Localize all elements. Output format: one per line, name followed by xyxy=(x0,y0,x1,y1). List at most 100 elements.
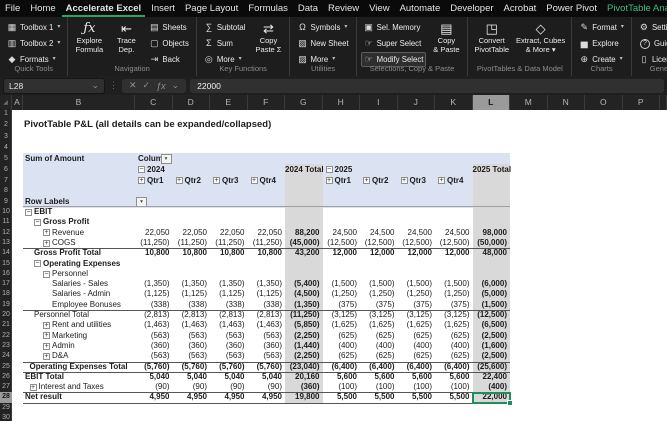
row-header-15[interactable]: 15 xyxy=(0,259,12,269)
column-header-n[interactable]: N xyxy=(548,95,586,110)
enter-icon[interactable]: ✓ xyxy=(143,80,151,91)
row-header-3[interactable]: 3 xyxy=(0,132,12,142)
ribbon-button-extract-cubes-more[interactable]: ◇Extract, Cubes & More ▾ xyxy=(514,19,567,55)
row-header-11[interactable]: 11 xyxy=(0,217,12,227)
insert-function-icon[interactable]: ƒx xyxy=(156,81,166,91)
ribbon-button-convert-pivottable[interactable]: ◳Convert PivotTable xyxy=(472,19,511,55)
chevron-down-icon[interactable]: ⌄ xyxy=(172,80,180,91)
collapse-button[interactable]: − xyxy=(326,166,333,173)
row-header-27[interactable]: 27 xyxy=(0,382,12,392)
tab-formulas[interactable]: Formulas xyxy=(244,0,292,17)
ribbon-button-copy-paste[interactable]: ⇄Copy Paste Σ xyxy=(251,19,285,55)
row-header-26[interactable]: 26 xyxy=(0,372,12,382)
row-header-6[interactable]: 6 xyxy=(0,164,12,175)
column-header-i[interactable]: I xyxy=(360,95,398,110)
row-header-13[interactable]: 13 xyxy=(0,238,12,248)
row-header-16[interactable]: 16 xyxy=(0,269,12,279)
column-header-a[interactable]: A xyxy=(12,95,23,110)
ribbon-button-new-sheet[interactable]: ▧New Sheet xyxy=(294,36,351,51)
ribbon-button-super-select[interactable]: ☞Super Select xyxy=(361,36,427,51)
ribbon-button-settings[interactable]: ⚙Settings xyxy=(636,20,667,35)
tab-data[interactable]: Data xyxy=(294,0,322,17)
column-header-o[interactable]: O xyxy=(585,95,623,110)
column-header-c[interactable]: C xyxy=(135,95,173,110)
ribbon-button-sel-memory[interactable]: ▣Sel. Memory xyxy=(361,20,427,35)
row-header-21[interactable]: 21 xyxy=(0,320,12,330)
row-header-1[interactable]: 1 xyxy=(0,110,12,117)
ribbon-button-explore[interactable]: ▅Explore xyxy=(576,36,627,51)
row-header-17[interactable]: 17 xyxy=(0,279,12,289)
tab-developer[interactable]: Developer xyxy=(446,0,497,17)
tab-power-pivot[interactable]: Power Pivot xyxy=(542,0,601,17)
tab-acrobat[interactable]: Acrobat xyxy=(500,0,541,17)
row-header-20[interactable]: 20 xyxy=(0,310,12,320)
expand-button[interactable]: + xyxy=(43,229,50,236)
column-header-k[interactable]: K xyxy=(435,95,473,110)
tab-accelerate-excel[interactable]: Accelerate Excel xyxy=(62,0,146,17)
collapse-button[interactable]: − xyxy=(43,271,50,278)
tab-review[interactable]: Review xyxy=(324,0,363,17)
ribbon-button-trace-dep[interactable]: ⇤Trace Dep. xyxy=(109,19,143,55)
expand-button[interactable]: + xyxy=(326,177,333,184)
column-header-m[interactable]: M xyxy=(510,95,548,110)
column-header-b[interactable]: B xyxy=(23,95,135,110)
expand-button[interactable]: + xyxy=(401,177,408,184)
ribbon-button-sheets[interactable]: ▤Sheets xyxy=(146,20,191,35)
expand-button[interactable]: + xyxy=(213,177,220,184)
row-header-8[interactable]: 8 xyxy=(0,186,12,196)
row-header-23[interactable]: 23 xyxy=(0,341,12,351)
column-header-d[interactable]: D xyxy=(173,95,211,110)
name-box[interactable]: L28 ⌄ xyxy=(3,78,105,94)
ribbon-button-explore-formula[interactable]: ƒxExplore Formula xyxy=(72,19,106,55)
expand-button[interactable]: + xyxy=(363,177,370,184)
row-header-7[interactable]: 7 xyxy=(0,175,12,186)
tab-insert[interactable]: Insert xyxy=(147,0,179,17)
column-header-e[interactable]: E xyxy=(210,95,248,110)
tab-view[interactable]: View xyxy=(365,0,393,17)
collapse-button[interactable]: − xyxy=(34,219,41,226)
expand-button[interactable]: + xyxy=(138,177,145,184)
row-header-19[interactable]: 19 xyxy=(0,300,12,310)
ribbon-button-subtotal[interactable]: ∑Subtotal xyxy=(201,20,249,35)
expand-button[interactable]: + xyxy=(251,177,258,184)
row-header-25[interactable]: 25 xyxy=(0,362,12,372)
formula-input[interactable]: 22000 xyxy=(190,79,664,93)
row-header-12[interactable]: 12 xyxy=(0,228,12,238)
column-header-g[interactable]: G xyxy=(285,95,323,110)
expand-button[interactable]: + xyxy=(43,240,50,247)
row-header-29[interactable]: 29 xyxy=(0,403,12,413)
row-header-14[interactable]: 14 xyxy=(0,248,12,258)
expand-button[interactable]: + xyxy=(30,384,37,391)
ribbon-button-symbols[interactable]: ΩSymbols▾ xyxy=(294,20,351,35)
expand-button[interactable]: + xyxy=(43,332,50,339)
tab-pivottable-analyze[interactable]: PivotTable Analyze xyxy=(603,0,667,17)
collapse-button[interactable]: − xyxy=(25,209,32,216)
collapse-button[interactable]: − xyxy=(34,260,41,267)
fill-handle[interactable] xyxy=(507,400,513,406)
select-all-corner[interactable]: ◢ xyxy=(0,95,12,110)
row-header-30[interactable]: 30 xyxy=(0,413,12,421)
expand-button[interactable]: + xyxy=(43,343,50,350)
tab-automate[interactable]: Automate xyxy=(396,0,445,17)
column-header-h[interactable]: H xyxy=(323,95,361,110)
tab-home[interactable]: Home xyxy=(26,0,59,17)
tab-file[interactable]: File xyxy=(1,0,24,17)
tab-page-layout[interactable]: Page Layout xyxy=(181,0,242,17)
collapse-button[interactable]: − xyxy=(138,166,145,173)
expand-button[interactable]: + xyxy=(438,177,445,184)
row-header-22[interactable]: 22 xyxy=(0,331,12,341)
ribbon-button-sum[interactable]: ΣSum xyxy=(201,36,249,51)
ribbon-button-toolbox-1[interactable]: ▦Toolbox 1▾ xyxy=(4,20,63,35)
column-header-f[interactable]: F xyxy=(248,95,286,110)
column-labels-filter-dropdown[interactable]: ▾ xyxy=(161,154,172,164)
expand-button[interactable]: + xyxy=(43,353,50,360)
row-header-9[interactable]: 9 xyxy=(0,196,12,207)
ribbon-button-toolbox-2[interactable]: ▥Toolbox 2▾ xyxy=(4,36,63,51)
row-header-24[interactable]: 24 xyxy=(0,351,12,361)
row-header-28[interactable]: 28 xyxy=(0,392,12,402)
row-header-5[interactable]: 5 xyxy=(0,153,12,164)
column-header-p[interactable]: P xyxy=(623,95,661,110)
ribbon-button-objects[interactable]: ▢Objects xyxy=(146,36,191,51)
row-header-2[interactable]: 2 xyxy=(0,117,12,132)
cancel-icon[interactable]: ✕ xyxy=(129,80,137,91)
